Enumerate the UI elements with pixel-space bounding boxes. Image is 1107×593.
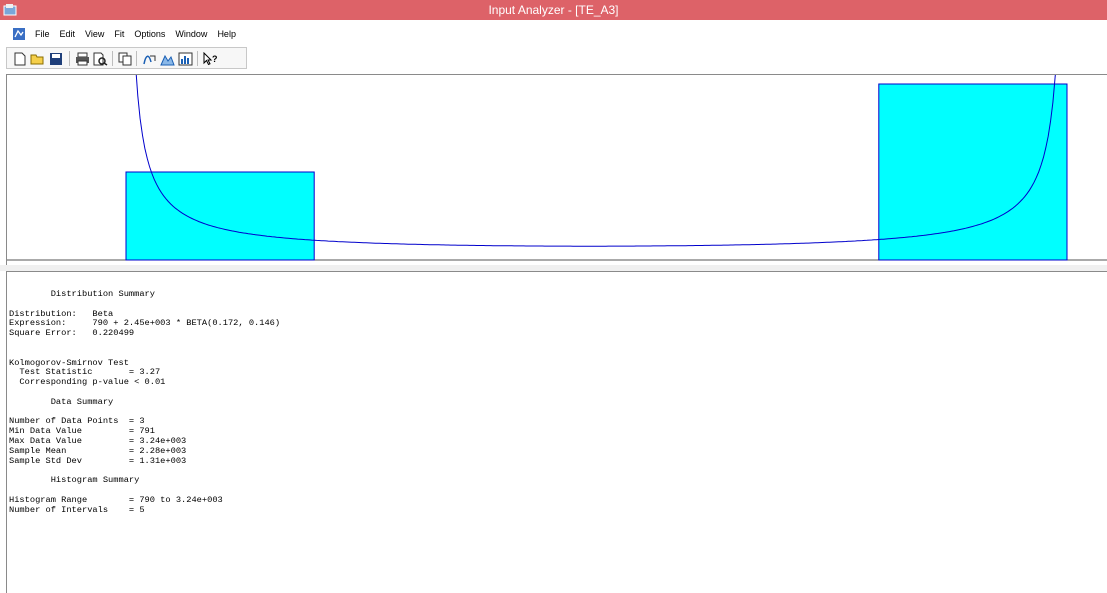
histogram-bar bbox=[125, 171, 315, 261]
report-line: Histogram Summary bbox=[9, 475, 140, 486]
report-line: Corresponding p-value < 0.01 bbox=[9, 377, 166, 388]
histogram-icon[interactable] bbox=[159, 51, 175, 67]
report-line: Distribution Summary bbox=[9, 289, 155, 299]
title-bar: Input Analyzer - [TE_A3] bbox=[0, 0, 1107, 20]
toolbar-separator bbox=[197, 51, 198, 66]
report-line: Number of Data Points = 3 bbox=[9, 416, 145, 427]
toolbar: ? bbox=[6, 47, 247, 69]
report-line: Square Error: 0.220499 bbox=[9, 328, 135, 339]
report-line: Sample Mean = 2.28e+003 bbox=[9, 445, 187, 456]
new-icon[interactable] bbox=[12, 51, 28, 67]
menu-bar: File Edit View Fit Options Window Help bbox=[0, 26, 1107, 44]
fit-all-icon[interactable] bbox=[141, 51, 157, 67]
menu-edit[interactable]: Edit bbox=[55, 29, 81, 39]
copy-icon[interactable] bbox=[117, 51, 133, 67]
report-line: Expression: 790 + 2.45e+003 * BETA(0.172… bbox=[9, 318, 281, 329]
toolbar-separator bbox=[69, 51, 70, 66]
menu-options[interactable]: Options bbox=[129, 29, 170, 39]
report-line: Test Statistic = 3.27 bbox=[9, 367, 161, 378]
report-line: Kolmogorov-Smirnov Test bbox=[9, 357, 129, 368]
report-line: Min Data Value = 791 bbox=[9, 426, 155, 437]
report-line: Data Summary bbox=[9, 396, 114, 407]
open-icon[interactable] bbox=[30, 51, 46, 67]
menu-help[interactable]: Help bbox=[212, 29, 241, 39]
help-pointer-icon[interactable]: ? bbox=[202, 51, 218, 67]
svg-text:?: ? bbox=[212, 54, 218, 64]
menu-window[interactable]: Window bbox=[170, 29, 212, 39]
toolbar-separator bbox=[112, 51, 113, 66]
report-line: Sample Std Dev = 1.31e+003 bbox=[9, 455, 187, 466]
print-icon[interactable] bbox=[74, 51, 90, 67]
histogram-chart bbox=[7, 75, 1107, 261]
report-line: Number of Intervals = 5 bbox=[9, 504, 145, 515]
summary-report-text: Distribution Summary Distribution: Beta … bbox=[9, 289, 281, 515]
print-preview-icon[interactable] bbox=[92, 51, 108, 67]
fit-summary-icon[interactable] bbox=[177, 51, 193, 67]
save-icon[interactable] bbox=[48, 51, 64, 67]
menu-fit[interactable]: Fit bbox=[109, 29, 129, 39]
report-line: Histogram Range = 790 to 3.24e+003 bbox=[9, 494, 223, 505]
menu-file[interactable]: File bbox=[30, 29, 55, 39]
document-icon[interactable] bbox=[12, 27, 26, 41]
report-line: Distribution: Beta bbox=[9, 308, 114, 319]
report-line: Max Data Value = 3.24e+003 bbox=[9, 435, 187, 446]
toolbar-separator bbox=[136, 51, 137, 66]
summary-report-pane[interactable]: Distribution Summary Distribution: Beta … bbox=[6, 271, 1107, 593]
histogram-pane[interactable] bbox=[6, 74, 1107, 265]
window-title: Input Analyzer - [TE_A3] bbox=[488, 3, 619, 17]
menu-view[interactable]: View bbox=[80, 29, 109, 39]
